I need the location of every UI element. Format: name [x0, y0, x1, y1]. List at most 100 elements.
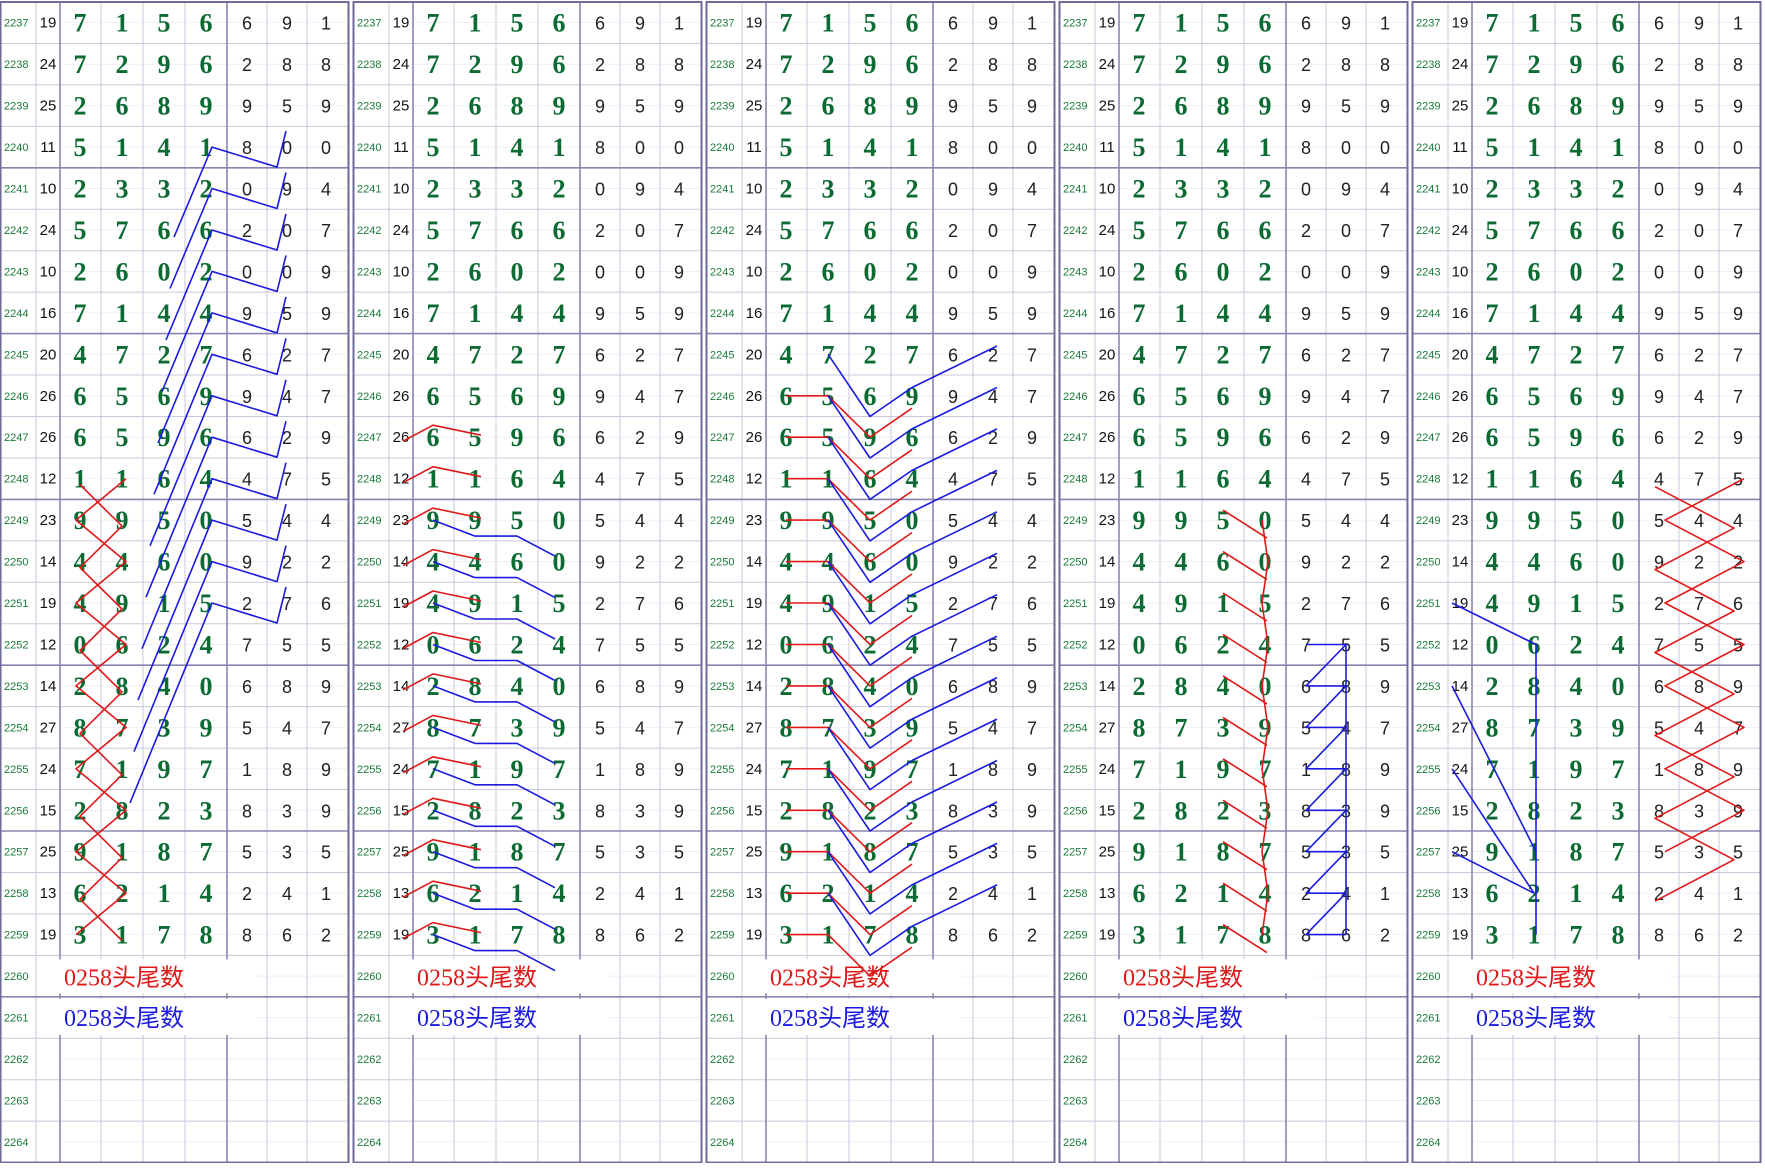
main-digit: 1 — [469, 921, 482, 950]
main-digit: 9 — [469, 506, 482, 535]
extra-digit: 9 — [1027, 801, 1037, 821]
sum-value: 24 — [393, 56, 410, 73]
extra-digit: 1 — [674, 884, 684, 904]
extra-digit: 8 — [1027, 55, 1037, 75]
main-digit: 7 — [1612, 340, 1625, 369]
extra-digit: 5 — [1301, 843, 1311, 863]
main-digit: 9 — [1612, 382, 1625, 411]
main-digit: 8 — [1175, 796, 1188, 825]
main-digit: 1 — [469, 465, 482, 494]
extra-digit: 5 — [1341, 97, 1351, 117]
sum-value: 14 — [746, 678, 763, 695]
main-digit: 9 — [1259, 92, 1272, 121]
table-row: 2262 — [710, 1054, 734, 1066]
main-digit: 2 — [1486, 257, 1499, 286]
extra-digit: 7 — [948, 635, 958, 655]
extra-digit: 6 — [242, 345, 252, 365]
main-digit: 2 — [553, 257, 566, 286]
extra-digit: 9 — [674, 428, 684, 448]
main-digit: 2 — [553, 175, 566, 204]
sum-value: 10 — [40, 181, 57, 198]
extra-digit: 7 — [674, 221, 684, 241]
main-digit: 9 — [158, 755, 171, 784]
extra-digit: 5 — [988, 97, 998, 117]
main-digit: 3 — [822, 175, 835, 204]
sum-value: 10 — [746, 181, 763, 198]
period-number: 2257 — [357, 847, 381, 859]
period-number: 2250 — [710, 557, 734, 569]
period-number: 2261 — [1063, 1013, 1087, 1025]
period-number: 2261 — [357, 1013, 381, 1025]
main-digit: 1 — [1528, 299, 1541, 328]
sum-value: 16 — [40, 305, 57, 322]
main-digit: 2 — [780, 257, 793, 286]
extra-digit: 7 — [321, 387, 331, 407]
sum-value: 25 — [40, 98, 57, 115]
extra-digit: 5 — [1301, 718, 1311, 738]
sum-value: 14 — [1452, 678, 1469, 695]
extra-digit: 9 — [635, 180, 645, 200]
period-number: 2262 — [357, 1054, 381, 1066]
main-digit: 2 — [1259, 175, 1272, 204]
main-digit: 3 — [1217, 175, 1230, 204]
period-number: 2264 — [4, 1137, 28, 1149]
main-digit: 7 — [553, 838, 566, 867]
extra-digit: 6 — [595, 677, 605, 697]
main-digit: 4 — [1570, 672, 1583, 701]
extra-digit: 0 — [321, 138, 331, 158]
extra-digit: 8 — [242, 801, 252, 821]
period-number: 2240 — [357, 142, 381, 154]
main-digit: 3 — [74, 921, 87, 950]
main-digit: 6 — [511, 548, 524, 577]
period-number: 2240 — [710, 142, 734, 154]
main-digit: 5 — [511, 9, 524, 38]
main-digit: 9 — [1612, 92, 1625, 121]
main-digit: 2 — [511, 796, 524, 825]
extra-digit: 6 — [635, 926, 645, 946]
main-digit: 7 — [469, 216, 482, 245]
extra-digit: 9 — [282, 14, 292, 34]
main-digit: 9 — [906, 92, 919, 121]
main-digit: 0 — [1612, 548, 1625, 577]
sum-value: 23 — [393, 512, 410, 529]
main-digit: 3 — [1570, 713, 1583, 742]
main-digit: 5 — [1217, 9, 1230, 38]
extra-digit: 6 — [1654, 14, 1664, 34]
main-digit: 3 — [1486, 921, 1499, 950]
extra-digit: 7 — [674, 387, 684, 407]
period-number: 2245 — [1063, 349, 1087, 361]
extra-digit: 8 — [1301, 801, 1311, 821]
sum-value: 19 — [393, 927, 410, 944]
main-digit: 3 — [553, 796, 566, 825]
period-number: 2258 — [1063, 888, 1087, 900]
period-number: 2251 — [710, 598, 734, 610]
extra-digit: 1 — [242, 760, 252, 780]
sum-value: 19 — [1099, 927, 1116, 944]
main-digit: 7 — [1528, 340, 1541, 369]
main-digit: 2 — [200, 257, 213, 286]
extra-digit: 1 — [595, 760, 605, 780]
period-number: 2251 — [1416, 598, 1440, 610]
extra-digit: 0 — [1341, 262, 1351, 282]
main-digit: 2 — [780, 92, 793, 121]
main-digit: 6 — [74, 423, 87, 452]
extra-digit: 5 — [635, 304, 645, 324]
period-number: 2244 — [710, 308, 734, 320]
main-digit: 9 — [511, 423, 524, 452]
main-digit: 5 — [1612, 589, 1625, 618]
sum-value: 12 — [1452, 636, 1469, 653]
period-number: 2262 — [710, 1054, 734, 1066]
extra-digit: 9 — [1654, 97, 1664, 117]
main-digit: 2 — [1570, 340, 1583, 369]
main-digit: 3 — [1175, 175, 1188, 204]
sum-value: 15 — [393, 802, 410, 819]
extra-digit: 8 — [635, 55, 645, 75]
main-digit: 1 — [553, 133, 566, 162]
main-digit: 8 — [1570, 92, 1583, 121]
extra-digit: 5 — [1694, 97, 1704, 117]
extra-digit: 2 — [1733, 926, 1743, 946]
extra-digit: 4 — [1380, 511, 1390, 531]
period-number: 2251 — [1063, 598, 1087, 610]
main-digit: 9 — [511, 50, 524, 79]
extra-digit: 9 — [948, 387, 958, 407]
